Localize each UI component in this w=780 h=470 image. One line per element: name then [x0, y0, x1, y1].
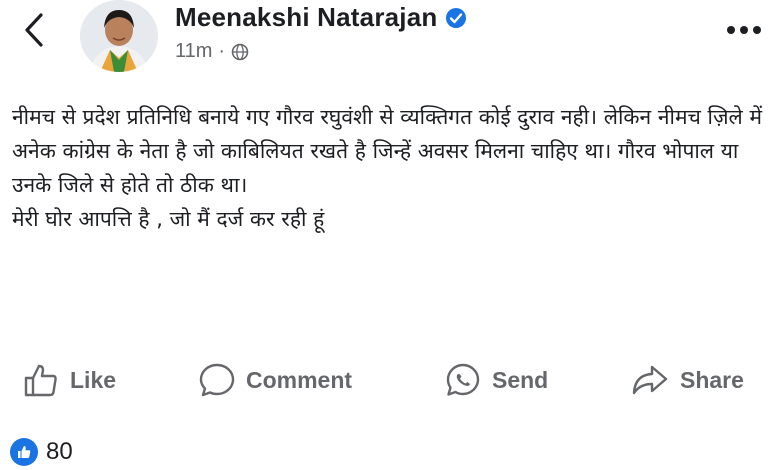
reactions-summary[interactable]: 80 — [10, 438, 73, 466]
post-actions: Like Comment Send Share — [0, 356, 780, 404]
post-paragraph: नीमच से प्रदेश प्रतिनिधि बनाये गए गौरव र… — [12, 105, 763, 197]
like-icon — [24, 364, 57, 397]
send-button[interactable]: Send — [444, 356, 548, 404]
author-row: Meenakshi Natarajan — [175, 2, 467, 33]
avatar-image — [80, 0, 158, 72]
more-icon — [727, 26, 761, 34]
more-options-button[interactable] — [726, 22, 762, 40]
send-icon — [446, 363, 480, 396]
send-label: Send — [492, 366, 549, 393]
share-label: Share — [680, 366, 744, 393]
post-time[interactable]: 11m — [175, 40, 212, 63]
back-button[interactable] — [14, 10, 54, 50]
post-header: Meenakshi Natarajan 11m · — [0, 0, 780, 80]
reaction-count: 80 — [46, 438, 73, 465]
comment-label: Comment — [246, 366, 353, 393]
like-label: Like — [70, 366, 117, 393]
like-reaction-icon — [10, 438, 38, 466]
share-button[interactable]: Share — [630, 356, 744, 404]
globe-icon — [231, 43, 249, 60]
verified-icon — [446, 7, 467, 28]
avatar[interactable] — [80, 0, 158, 72]
comment-icon — [199, 363, 235, 397]
comment-button[interactable]: Comment — [198, 356, 352, 404]
meta-separator: · — [218, 40, 226, 62]
post-body: नीमच से प्रदेश प्रतिनिधि बनाये गए गौरव र… — [12, 100, 772, 236]
like-button[interactable]: Like — [22, 356, 116, 404]
back-icon — [25, 13, 43, 47]
post-paragraph: मेरी घोर आपत्ति है , जो मैं दर्ज कर रही … — [12, 207, 325, 231]
post-meta: 11m · — [175, 40, 249, 63]
author-name[interactable]: Meenakshi Natarajan — [175, 2, 437, 33]
share-icon — [632, 365, 668, 395]
